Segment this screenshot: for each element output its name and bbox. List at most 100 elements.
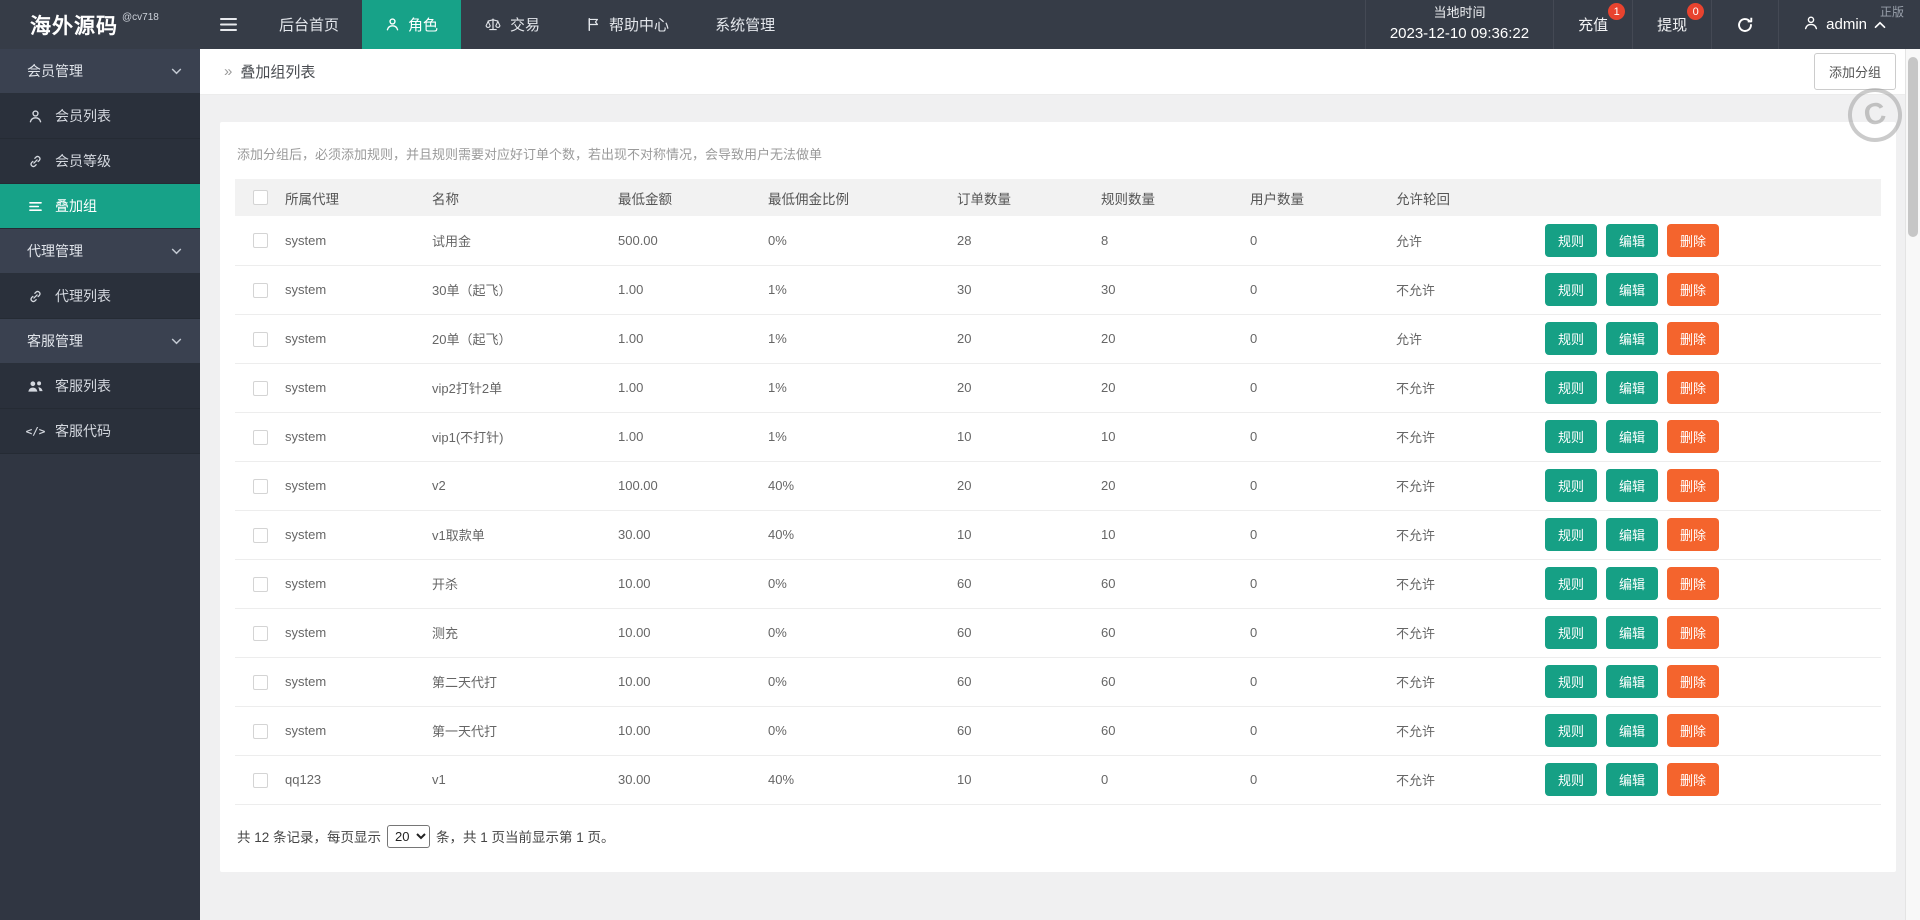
cell-min_amount-value: 10.00	[618, 625, 651, 640]
edit-button[interactable]: 编辑	[1606, 469, 1659, 502]
edit-button[interactable]: 编辑	[1606, 223, 1659, 257]
rule-button[interactable]: 规则	[1545, 420, 1598, 453]
scrollbar-thumb[interactable]	[1908, 57, 1918, 237]
nav-item-1[interactable]: 后台首页	[256, 0, 362, 49]
cell-min_commission-value: 0%	[768, 625, 787, 640]
delete-button[interactable]: 删除	[1667, 665, 1720, 698]
delete-button[interactable]: 删除	[1667, 273, 1720, 306]
cell-users-value: 0	[1250, 576, 1258, 591]
select-all-checkbox[interactable]	[253, 190, 268, 206]
row-checkbox[interactable]	[253, 478, 268, 494]
row-checkbox[interactable]	[253, 674, 268, 690]
rule-button[interactable]: 规则	[1545, 714, 1598, 747]
page-size-select[interactable]: 20	[387, 824, 431, 848]
cell-loop: 不允许	[1396, 363, 1545, 412]
rule-button[interactable]: 规则	[1545, 371, 1598, 404]
cell-min_amount-value: 1.00	[618, 429, 644, 444]
row-actions-cell: 规则 编辑 删除	[1545, 755, 1881, 804]
row-checkbox[interactable]	[253, 723, 268, 739]
cell-orders-value: 20	[957, 331, 972, 346]
edit-button[interactable]: 编辑	[1606, 273, 1659, 306]
cell-orders: 60	[957, 657, 1101, 706]
sidebar-item-8[interactable]: 客服列表	[0, 364, 200, 409]
edit-button[interactable]: 编辑	[1606, 763, 1659, 796]
sidebar-group-1[interactable]: 会员管理	[0, 49, 200, 94]
cell-orders-value: 60	[957, 576, 972, 591]
list-icon	[27, 200, 44, 213]
cell-orders-value: 28	[957, 232, 972, 248]
edit-button[interactable]: 编辑	[1606, 518, 1659, 551]
rule-button[interactable]: 规则	[1545, 322, 1598, 355]
edit-button[interactable]: 编辑	[1606, 371, 1659, 404]
row-checkbox[interactable]	[253, 576, 268, 592]
sidebar-item-6[interactable]: 代理列表	[0, 274, 200, 319]
sidebar-item-4[interactable]: 叠加组	[0, 184, 200, 229]
rule-button[interactable]: 规则	[1545, 665, 1598, 698]
edit-button[interactable]: 编辑	[1606, 714, 1659, 747]
rule-button[interactable]: 规则	[1545, 616, 1598, 649]
cell-agent-value: system	[285, 331, 327, 346]
vertical-scrollbar[interactable]	[1905, 49, 1920, 920]
edit-button[interactable]: 编辑	[1606, 420, 1659, 453]
row-checkbox[interactable]	[253, 429, 268, 445]
hamburger-menu-icon[interactable]	[200, 0, 256, 49]
sidebar-item-label: 代理列表	[55, 288, 111, 304]
cell-rules: 60	[1101, 608, 1250, 657]
edit-button[interactable]: 编辑	[1606, 616, 1659, 649]
row-checkbox[interactable]	[253, 380, 268, 396]
sidebar-item-2[interactable]: 会员列表	[0, 94, 200, 139]
row-checkbox[interactable]	[253, 625, 268, 641]
local-time-value: 2023-12-10 09:36:22	[1389, 25, 1530, 43]
chevron-down-icon	[171, 68, 182, 75]
cell-agent-value: system	[285, 527, 327, 542]
sidebar-group-5[interactable]: 代理管理	[0, 229, 200, 274]
rule-button[interactable]: 规则	[1545, 567, 1598, 600]
table-row: system vip2打针2单 1.00 1% 20 20 0 不允许 规则 编辑 删除	[235, 363, 1881, 412]
rule-button[interactable]: 规则	[1545, 518, 1598, 551]
delete-button[interactable]: 删除	[1667, 763, 1720, 796]
delete-button[interactable]: 删除	[1667, 469, 1720, 502]
edit-button[interactable]: 编辑	[1606, 322, 1659, 355]
add-group-button[interactable]: 添加分组	[1813, 53, 1896, 90]
delete-button[interactable]: 删除	[1667, 518, 1720, 551]
nav-item-4[interactable]: 帮助中心	[563, 0, 692, 49]
nav-item-5[interactable]: 系统管理	[692, 0, 798, 49]
rule-button[interactable]: 规则	[1545, 469, 1598, 502]
delete-button[interactable]: 删除	[1667, 567, 1720, 600]
delete-button[interactable]: 删除	[1667, 616, 1720, 649]
link-icon	[27, 154, 44, 169]
main-content: » 叠加组列表 添加分组 添加分组后，必须添加规则，并且规则需要对应好订单个数，…	[200, 49, 1920, 920]
delete-button[interactable]: 删除	[1667, 322, 1720, 355]
row-checkbox[interactable]	[253, 331, 268, 347]
row-checkbox[interactable]	[253, 772, 268, 788]
recharge-button[interactable]: 充值 1	[1553, 0, 1632, 49]
rule-button[interactable]: 规则	[1545, 223, 1598, 257]
withdraw-button[interactable]: 提现 0	[1632, 0, 1711, 49]
cell-users-value: 0	[1250, 772, 1258, 787]
table-row: system vip1(不打针) 1.00 1% 10 10 0 不允许 规则 编辑 删除	[235, 412, 1881, 461]
logo-text: 海外源码	[30, 14, 118, 38]
delete-button[interactable]: 删除	[1667, 714, 1720, 747]
row-checkbox[interactable]	[253, 233, 268, 249]
nav-item-2[interactable]: 角色	[362, 0, 462, 49]
edit-button[interactable]: 编辑	[1606, 567, 1659, 600]
genuine-watermark: 正版	[1879, 5, 1904, 19]
sidebar-item-3[interactable]: 会员等级	[0, 139, 200, 184]
row-checkbox[interactable]	[253, 527, 268, 543]
sidebar-group-7[interactable]: 客服管理	[0, 319, 200, 364]
delete-button[interactable]: 删除	[1667, 223, 1720, 257]
delete-button[interactable]: 删除	[1667, 420, 1720, 453]
cell-name: v1取款单	[432, 510, 618, 559]
row-checkbox[interactable]	[253, 282, 268, 298]
sidebar-item-9[interactable]: </> 客服代码	[0, 409, 200, 454]
refresh-icon[interactable]	[1711, 0, 1778, 49]
nav-item-3[interactable]: 交易	[461, 0, 563, 49]
breadcrumb-chevrons-icon: »	[224, 63, 233, 80]
delete-button[interactable]: 删除	[1667, 371, 1720, 404]
cell-orders: 60	[957, 706, 1101, 755]
rule-button[interactable]: 规则	[1545, 763, 1598, 796]
edit-button[interactable]: 编辑	[1606, 665, 1659, 698]
rule-button[interactable]: 规则	[1545, 273, 1598, 306]
cell-name-value: 试用金	[432, 233, 472, 249]
cell-name-value: v2	[432, 478, 446, 493]
